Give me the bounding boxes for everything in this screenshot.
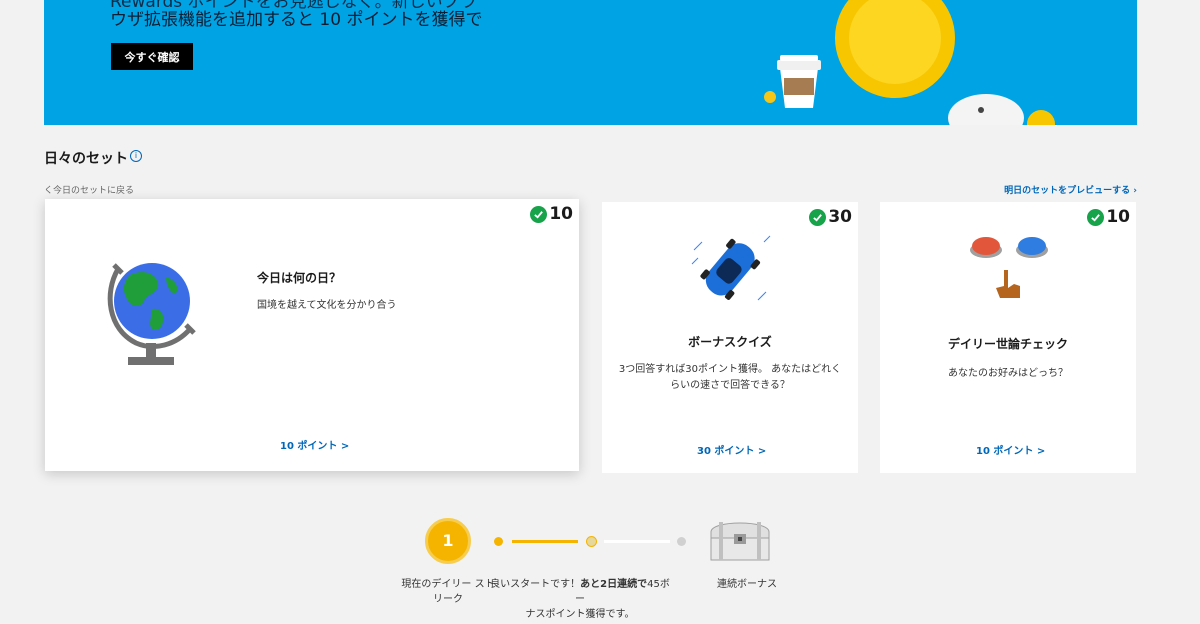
daily-card-quiz[interactable]: 30 ボーナスクイズ 3つ回答すれば30ポイント獲得。 あなたはどれく らいの速… [602, 202, 858, 473]
check-now-button[interactable]: 今すぐ確認 [111, 43, 193, 70]
streak-bonus-label: 連続ボーナス [717, 579, 777, 590]
card-description-line1: 3つ回答すれば30ポイント獲得。 あなたはどれく [618, 364, 842, 375]
streak-dot-1 [494, 537, 503, 546]
streak-message: 良いスタートです！あと2日連続で45ボー ナスポイント獲得です。 [490, 579, 670, 620]
points-badge-value: 30 [828, 207, 852, 227]
daily-card-poll[interactable]: 10 デイリー世論チェック あなたのお好みはどっち？ 10 ポイント > [880, 202, 1136, 473]
race-car-icon [691, 235, 771, 301]
card-title: デイリー世論チェック [947, 337, 1068, 351]
treasure-chest-icon [710, 522, 770, 561]
streak-remaining-bar [604, 540, 670, 543]
card-points-link[interactable]: 10 ポイント > [280, 437, 349, 452]
streak-dot-3 [677, 537, 686, 546]
promo-banner: Rewards ポイントをお見逃しなく。新しいブラ ウザ拡張機能を追加すると 1… [44, 0, 1137, 125]
globe-icon [107, 263, 196, 365]
check-icon [809, 208, 827, 226]
card-points-link[interactable]: 30 ポイント > [697, 442, 766, 457]
streak-count-badge: 1 [425, 518, 471, 564]
daily-set-title: 日々のセット [44, 151, 128, 167]
banner-headline-line2: ウザ拡張機能を追加すると 10 ポイントを獲得で [110, 10, 483, 30]
streak-progress-bar [512, 540, 578, 543]
info-icon[interactable]: i [130, 150, 142, 162]
card-title: 今日は何の日？ [257, 271, 342, 285]
card-points-link[interactable]: 10 ポイント > [976, 442, 1045, 457]
card-title: ボーナスクイズ [688, 335, 772, 349]
card-description: 国境を越えて文化を分かり合う [257, 300, 397, 311]
check-icon [530, 205, 548, 223]
points-badge: 10 [1087, 207, 1130, 227]
daily-card-today[interactable]: 10 今日は何の日？ 国境を越えて文化を分かり合う 10 ポイント > [45, 199, 579, 471]
buttons-poll-icon [970, 237, 1048, 298]
points-badge: 30 [809, 207, 852, 227]
points-badge-value: 10 [549, 204, 573, 224]
back-to-today-link[interactable]: く今日のセットに戻る [44, 183, 134, 196]
card-description: あなたのお好みはどっち？ [948, 368, 1068, 379]
streak-dot-2 [586, 536, 597, 547]
coin-illustration-icon [764, 0, 1055, 125]
points-badge: 10 [530, 204, 573, 224]
preview-tomorrow-link[interactable]: 明日のセットをプレビューする › [1004, 183, 1137, 196]
check-icon [1087, 208, 1105, 226]
card-description-line2: らいの速さで回答できる？ [670, 380, 790, 391]
points-badge-value: 10 [1106, 207, 1130, 227]
